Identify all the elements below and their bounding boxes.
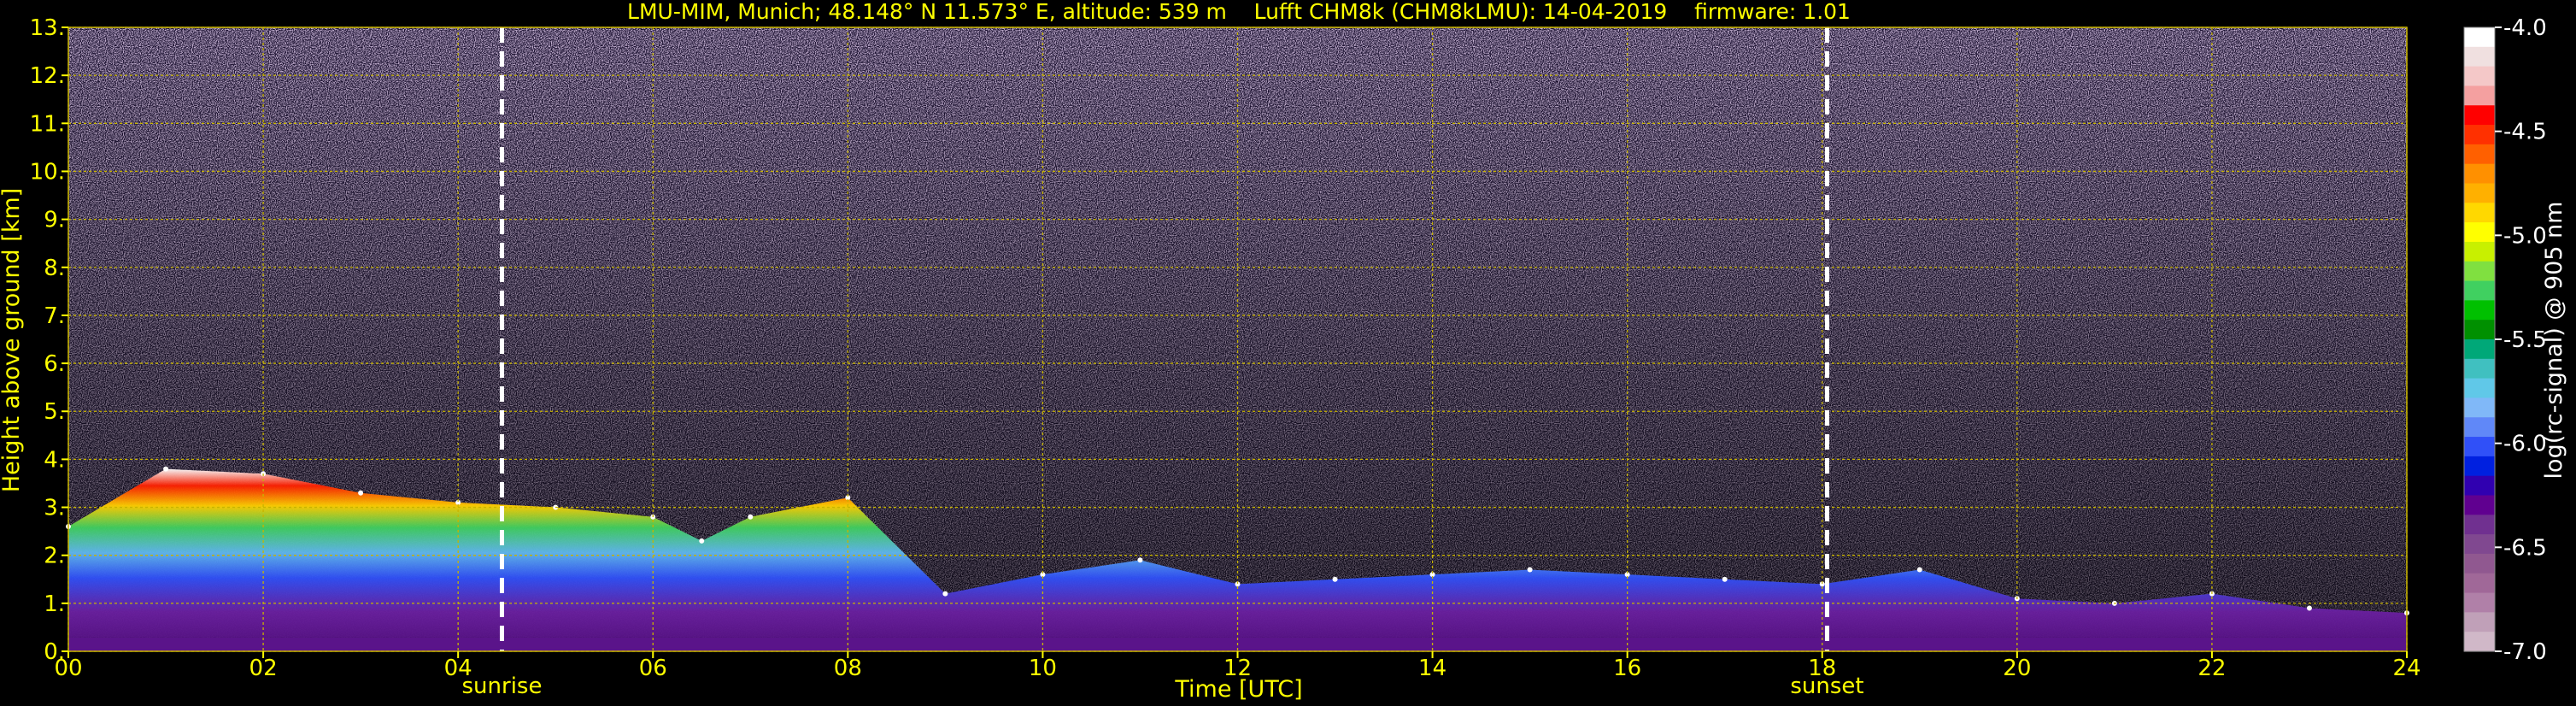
colorbar-segment: [2464, 300, 2495, 321]
colorbar-label: log(rc-signal) @ 905 nm: [2541, 202, 2567, 479]
colorbar-segment: [2464, 261, 2495, 282]
colorbar-segment: [2464, 163, 2495, 185]
colorbar-segment: [2464, 105, 2495, 126]
colorbar-segment: [2464, 358, 2495, 379]
y-tick-label: 6.: [44, 351, 65, 377]
x-tick-label: 22: [2198, 656, 2226, 681]
colorbar-segment: [2464, 495, 2495, 515]
colorbar-segment: [2464, 573, 2495, 594]
x-tick-label: 10: [1029, 656, 1057, 681]
y-tick-label: 10.: [30, 159, 65, 185]
y-tick-label: 1.: [44, 591, 65, 617]
x-tick-label: 06: [639, 656, 667, 681]
y-tick-label: 4.: [44, 447, 65, 473]
colorbar-segment: [2464, 437, 2495, 457]
layer-top-point: [1916, 567, 1922, 573]
colorbar-segment: [2464, 632, 2495, 652]
colorbar-segment: [2464, 475, 2495, 497]
x-tick-label: 24: [2392, 656, 2421, 681]
layer-top-point: [1137, 557, 1143, 563]
layer-top-point: [748, 514, 754, 520]
layer-top-point: [942, 591, 948, 597]
x-tick-label: 20: [2003, 656, 2031, 681]
colorbar-segment: [2464, 85, 2495, 106]
y-tick-label: 12.: [30, 63, 65, 89]
colorbar-segment: [2464, 203, 2495, 223]
colorbar-segment: [2464, 27, 2495, 48]
y-tick-label: 7.: [44, 303, 65, 329]
colorbar-segment: [2464, 339, 2495, 360]
layer-top-point: [2306, 605, 2312, 611]
colorbar-segment: [2464, 125, 2495, 145]
x-tick-label: 04: [444, 656, 472, 681]
y-tick-label: 5.: [44, 399, 65, 425]
y-tick-label: 3.: [44, 496, 65, 521]
colorbar-segment: [2464, 378, 2495, 399]
colorbar-segment: [2464, 592, 2495, 613]
layer-top-point: [358, 490, 364, 496]
colorbar-segment: [2464, 515, 2495, 535]
chart-title: LMU-MIM, Munich; 48.148° N 11.573° E, al…: [627, 0, 1851, 24]
layer-top-point: [1527, 567, 1533, 573]
y-tick-label: 8.: [44, 256, 65, 281]
colorbar-segment: [2464, 241, 2495, 262]
event-label-sunrise: sunrise: [462, 674, 543, 699]
colorbar-segment: [2464, 397, 2495, 418]
layer-top-point: [699, 538, 705, 544]
colorbar-segment: [2464, 66, 2495, 87]
x-tick-label: 18: [1808, 656, 1836, 681]
y-tick-label: 9.: [44, 208, 65, 233]
layer-top-point: [1722, 576, 1728, 582]
colorbar-tick-label: -7.0: [2503, 639, 2547, 665]
y-tick-label: 11.: [30, 111, 65, 137]
colorbar-segment: [2464, 534, 2495, 555]
colorbar-segment: [2464, 46, 2495, 68]
lidar-chart: sunrise sunset 00 02 04 06 08 10 12 14 16 18 20 22 24…: [0, 0, 2567, 703]
colorbar-tick-label: -6.5: [2503, 535, 2547, 561]
colorbar: -4.0-4.5-5.0-5.5-6.0-6.5-7.0: [2463, 15, 2547, 665]
layer-top-point: [163, 466, 169, 472]
colorbar-segment: [2464, 280, 2495, 301]
colorbar-tick-label: -4.5: [2503, 120, 2547, 145]
colorbar-segment: [2464, 222, 2495, 243]
x-tick-label: 08: [834, 656, 862, 681]
x-axis-label: Time [UTC]: [1174, 676, 1302, 703]
y-axis-label: Height above ground [km]: [0, 188, 25, 492]
y-tick-label: 13.: [30, 15, 65, 41]
colorbar-segment: [2464, 320, 2495, 340]
x-tick-label: 02: [249, 656, 278, 681]
layer-top-point: [1332, 576, 1338, 582]
colorbar-tick-label: -4.0: [2503, 15, 2547, 41]
colorbar-segment: [2464, 553, 2495, 574]
colorbar-segment: [2464, 456, 2495, 477]
x-tick-label: 14: [1418, 656, 1446, 681]
colorbar-segment: [2464, 144, 2495, 165]
colorbar-segment: [2464, 417, 2495, 438]
colorbar-segment: [2464, 612, 2495, 632]
y-tick-label: 0.: [44, 639, 65, 665]
x-tick-label: 16: [1613, 656, 1641, 681]
y-tick-label: 2.: [44, 544, 65, 569]
colorbar-segment: [2464, 183, 2495, 203]
